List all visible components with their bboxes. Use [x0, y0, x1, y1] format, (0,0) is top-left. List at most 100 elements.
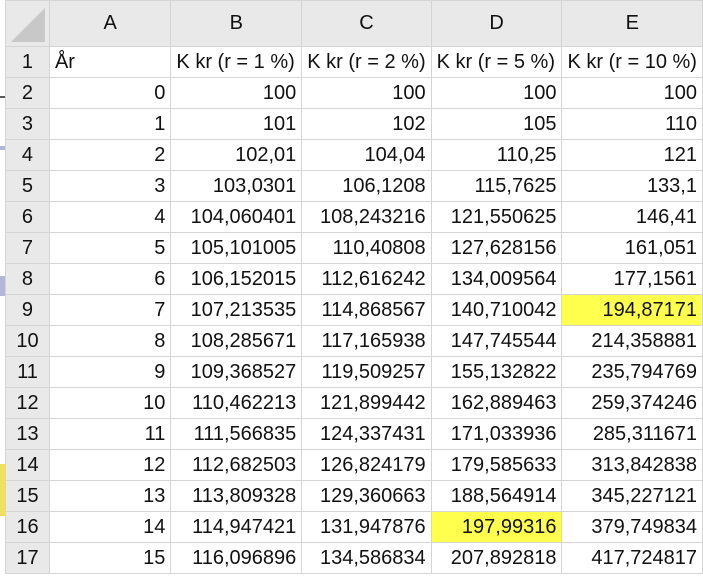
- row-header[interactable]: 1: [5, 46, 50, 78]
- cell-b1[interactable]: K kr (r = 1 %): [170, 46, 303, 78]
- cell-b7[interactable]: 105,101005: [170, 232, 303, 264]
- row-header[interactable]: 9: [5, 294, 50, 326]
- cell-a9[interactable]: 7: [48, 294, 172, 326]
- cell-d6[interactable]: 121,550625: [430, 201, 563, 233]
- cell-d3[interactable]: 105: [430, 108, 563, 140]
- row-header[interactable]: 7: [5, 232, 50, 264]
- cell-d11[interactable]: 155,132822: [430, 356, 563, 388]
- cell-d13[interactable]: 171,033936: [430, 418, 563, 450]
- cell-a15[interactable]: 13: [48, 480, 172, 512]
- cell-b6[interactable]: 104,060401: [170, 201, 303, 233]
- cell-d16[interactable]: 197,99316: [430, 511, 563, 543]
- cell-a10[interactable]: 8: [48, 325, 172, 357]
- row-header[interactable]: 11: [5, 356, 50, 388]
- cell-e15[interactable]: 345,227121: [561, 480, 703, 512]
- cell-a6[interactable]: 4: [48, 201, 172, 233]
- cell-c13[interactable]: 124,337431: [301, 418, 432, 450]
- cell-b15[interactable]: 113,809328: [170, 480, 303, 512]
- cell-a13[interactable]: 11: [48, 418, 172, 450]
- cell-b4[interactable]: 102,01: [170, 139, 303, 171]
- cell-b5[interactable]: 103,0301: [170, 170, 303, 202]
- cell-b2[interactable]: 100: [170, 77, 303, 109]
- cell-a17[interactable]: 15: [48, 542, 172, 574]
- column-header-d[interactable]: D: [430, 0, 563, 47]
- cell-c9[interactable]: 114,868567: [301, 294, 432, 326]
- cell-d10[interactable]: 147,745544: [430, 325, 563, 357]
- cell-c2[interactable]: 100: [301, 77, 432, 109]
- cell-e14[interactable]: 313,842838: [561, 449, 703, 481]
- cell-b8[interactable]: 106,152015: [170, 263, 303, 295]
- cell-b16[interactable]: 114,947421: [170, 511, 303, 543]
- row-header[interactable]: 15: [5, 480, 50, 512]
- cell-b13[interactable]: 111,566835: [170, 418, 303, 450]
- row-header[interactable]: 8: [5, 263, 50, 295]
- cell-c17[interactable]: 134,586834: [301, 542, 432, 574]
- cell-a7[interactable]: 5: [48, 232, 172, 264]
- cell-b12[interactable]: 110,462213: [170, 387, 303, 419]
- cell-d2[interactable]: 100: [430, 77, 563, 109]
- row-header[interactable]: 17: [5, 542, 50, 574]
- cell-c4[interactable]: 104,04: [301, 139, 432, 171]
- cell-b14[interactable]: 112,682503: [170, 449, 303, 481]
- cell-c5[interactable]: 106,1208: [301, 170, 432, 202]
- cell-b11[interactable]: 109,368527: [170, 356, 303, 388]
- cell-a16[interactable]: 14: [48, 511, 172, 543]
- cell-e7[interactable]: 161,051: [561, 232, 703, 264]
- select-all-corner[interactable]: [5, 0, 50, 47]
- cell-c7[interactable]: 110,40808: [301, 232, 432, 264]
- cell-e4[interactable]: 121: [561, 139, 703, 171]
- cell-e8[interactable]: 177,1561: [561, 263, 703, 295]
- cell-c12[interactable]: 121,899442: [301, 387, 432, 419]
- cell-a12[interactable]: 10: [48, 387, 172, 419]
- cell-a11[interactable]: 9: [48, 356, 172, 388]
- cell-a4[interactable]: 2: [48, 139, 172, 171]
- cell-d4[interactable]: 110,25: [430, 139, 563, 171]
- cell-d12[interactable]: 162,889463: [430, 387, 563, 419]
- cell-e11[interactable]: 235,794769: [561, 356, 703, 388]
- column-header-c[interactable]: C: [301, 0, 432, 47]
- cell-d1[interactable]: K kr (r = 5 %): [430, 46, 563, 78]
- row-header[interactable]: 2: [5, 77, 50, 109]
- cell-c11[interactable]: 119,509257: [301, 356, 432, 388]
- cell-b3[interactable]: 101: [170, 108, 303, 140]
- cell-d15[interactable]: 188,564914: [430, 480, 563, 512]
- cell-d7[interactable]: 127,628156: [430, 232, 563, 264]
- cell-e17[interactable]: 417,724817: [561, 542, 703, 574]
- cell-e6[interactable]: 146,41: [561, 201, 703, 233]
- cell-a8[interactable]: 6: [48, 263, 172, 295]
- column-header-a[interactable]: A: [48, 0, 172, 47]
- cell-e3[interactable]: 110: [561, 108, 703, 140]
- cell-d17[interactable]: 207,892818: [430, 542, 563, 574]
- column-header-e[interactable]: E: [561, 0, 703, 47]
- row-header[interactable]: 10: [5, 325, 50, 357]
- row-header[interactable]: 16: [5, 511, 50, 543]
- cell-d5[interactable]: 115,7625: [430, 170, 563, 202]
- cell-e10[interactable]: 214,358881: [561, 325, 703, 357]
- cell-c1[interactable]: K kr (r = 2 %): [301, 46, 432, 78]
- cell-b10[interactable]: 108,285671: [170, 325, 303, 357]
- cell-a14[interactable]: 12: [48, 449, 172, 481]
- cell-e13[interactable]: 285,311671: [561, 418, 703, 450]
- cell-b17[interactable]: 116,096896: [170, 542, 303, 574]
- cell-d8[interactable]: 134,009564: [430, 263, 563, 295]
- row-header[interactable]: 12: [5, 387, 50, 419]
- cell-c10[interactable]: 117,165938: [301, 325, 432, 357]
- cell-a3[interactable]: 1: [48, 108, 172, 140]
- cell-c15[interactable]: 129,360663: [301, 480, 432, 512]
- cell-e2[interactable]: 100: [561, 77, 703, 109]
- row-header[interactable]: 13: [5, 418, 50, 450]
- cell-d9[interactable]: 140,710042: [430, 294, 563, 326]
- row-header[interactable]: 5: [5, 170, 50, 202]
- cell-a2[interactable]: 0: [48, 77, 172, 109]
- row-header[interactable]: 4: [5, 139, 50, 171]
- row-header[interactable]: 6: [5, 201, 50, 233]
- cell-e9[interactable]: 194,87171: [561, 294, 703, 326]
- cell-a1[interactable]: År: [48, 46, 172, 78]
- cell-b9[interactable]: 107,213535: [170, 294, 303, 326]
- cell-d14[interactable]: 179,585633: [430, 449, 563, 481]
- cell-c16[interactable]: 131,947876: [301, 511, 432, 543]
- cell-e1[interactable]: K kr (r = 10 %): [561, 46, 703, 78]
- cell-c8[interactable]: 112,616242: [301, 263, 432, 295]
- row-header[interactable]: 3: [5, 108, 50, 140]
- cell-e16[interactable]: 379,749834: [561, 511, 703, 543]
